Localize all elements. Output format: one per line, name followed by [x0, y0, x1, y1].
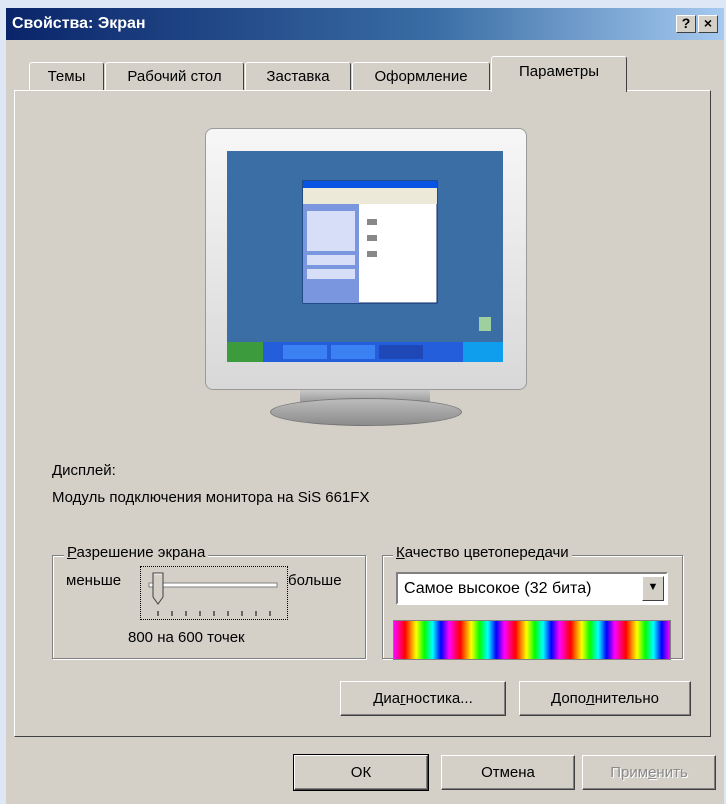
resolution-title: Разрешение экрана — [64, 544, 209, 561]
resolution-more-label: больше — [288, 572, 342, 589]
tab-screensaver[interactable]: Заставка — [245, 62, 351, 92]
display-label: Дисплей: — [52, 462, 116, 479]
monitor-screen — [227, 151, 503, 362]
color-preview-bar — [393, 620, 671, 660]
close-icon[interactable]: × — [698, 15, 718, 33]
ok-button[interactable]: ОК — [293, 754, 429, 791]
tab-desktop[interactable]: Рабочий стол — [105, 62, 244, 92]
dropdown-arrow-icon[interactable]: ▼ — [642, 576, 664, 601]
title-bar[interactable]: Свойства: Экран ? × — [6, 8, 724, 40]
cancel-button[interactable]: Отмена — [441, 755, 575, 790]
resolution-value: 800 на 600 точек — [128, 629, 245, 646]
color-quality-title: Качество цветопередачи — [393, 544, 572, 561]
apply-button[interactable]: Применить — [582, 755, 716, 790]
resolution-less-label: меньше — [66, 572, 122, 589]
tab-settings[interactable]: Параметры — [491, 56, 627, 92]
window-title: Свойства: Экран — [12, 15, 146, 32]
monitor-base — [270, 398, 462, 426]
slider-thumb-icon — [152, 572, 164, 605]
diagnostics-button[interactable]: Диагностика... — [340, 681, 506, 716]
tab-appearance[interactable]: Оформление — [352, 62, 490, 92]
tab-themes[interactable]: Темы — [29, 62, 104, 92]
color-quality-select[interactable]: Самое высокое (32 бита) ▼ — [396, 572, 668, 605]
resolution-slider[interactable] — [140, 566, 288, 620]
display-name: Модуль подключения монитора на SiS 661FX — [52, 489, 370, 506]
advanced-button[interactable]: Дополнительно — [519, 681, 691, 716]
help-icon[interactable]: ? — [676, 15, 696, 33]
color-quality-value: Самое высокое (32 бита) — [404, 580, 592, 597]
